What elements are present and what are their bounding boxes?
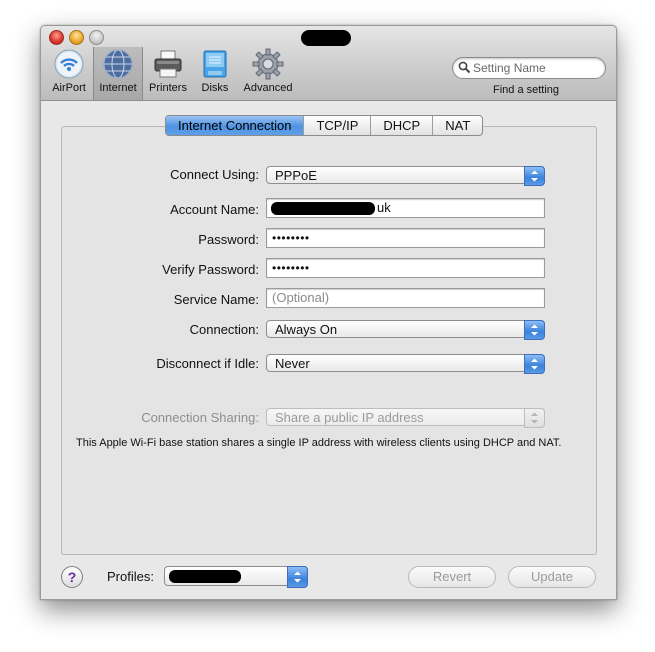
verify-password-label: Verify Password:	[162, 262, 259, 277]
disconnect-idle-value: Never	[275, 356, 310, 371]
toolbar-internet[interactable]: Internet	[93, 47, 143, 100]
verify-password-value: ••••••••	[272, 261, 310, 275]
toolbar-disks-label: Disks	[201, 82, 229, 94]
toolbar-advanced-label: Advanced	[243, 82, 293, 94]
popup-arrows-icon	[524, 320, 545, 340]
tab-dhcp[interactable]: DHCP	[371, 116, 434, 135]
popup-arrows-icon	[524, 354, 545, 374]
help-button[interactable]: ?	[61, 566, 83, 588]
minimize-window-button[interactable]	[69, 30, 84, 45]
service-name-label: Service Name:	[173, 292, 259, 307]
connect-using-value: PPPoE	[275, 168, 317, 183]
account-name-suffix: uk	[377, 200, 391, 215]
search-field[interactable]: Setting Name	[452, 57, 606, 79]
profiles-popup[interactable]	[164, 566, 308, 588]
connection-popup[interactable]: Always On	[266, 320, 545, 340]
profile-name-redacted	[169, 570, 241, 583]
gear-icon	[252, 48, 284, 80]
sharing-note: This Apple Wi-Fi base station shares a s…	[76, 437, 562, 449]
account-name-field[interactable]: uk	[266, 198, 545, 218]
update-button[interactable]: Update	[508, 566, 596, 588]
toolbar-advanced[interactable]: Advanced	[239, 48, 297, 98]
popup-arrows-icon	[287, 566, 308, 588]
connect-using-label: Connect Using:	[170, 167, 259, 182]
service-name-field[interactable]: (Optional)	[266, 288, 545, 308]
tab-internet-connection[interactable]: Internet Connection	[166, 116, 305, 135]
zoom-window-button[interactable]	[89, 30, 104, 45]
popup-arrows-icon	[524, 408, 545, 428]
search-placeholder: Setting Name	[473, 61, 546, 75]
globe-icon	[103, 49, 133, 79]
revert-button[interactable]: Revert	[408, 566, 496, 588]
settings-panel	[61, 126, 597, 555]
toolbar: AirPort Internet Printers Disks Advanced…	[41, 26, 616, 101]
airport-utility-window: AirPort Internet Printers Disks Advanced…	[40, 25, 617, 600]
connection-sharing-label: Connection Sharing:	[141, 410, 259, 425]
disconnect-idle-label: Disconnect if Idle:	[156, 356, 259, 371]
toolbar-printers-label: Printers	[149, 82, 187, 94]
toolbar-airport[interactable]: AirPort	[47, 48, 91, 98]
service-name-placeholder: (Optional)	[272, 290, 330, 305]
tab-nat[interactable]: NAT	[433, 116, 482, 135]
password-label: Password:	[198, 232, 259, 247]
toolbar-disks[interactable]: Disks	[195, 48, 235, 98]
disk-icon	[203, 50, 227, 78]
connection-value: Always On	[275, 322, 338, 337]
account-name-redacted	[271, 202, 375, 215]
airport-icon	[54, 49, 84, 79]
toolbar-internet-label: Internet	[99, 82, 137, 94]
tab-bar: Internet Connection TCP/IP DHCP NAT	[165, 115, 484, 136]
tab-tcpip[interactable]: TCP/IP	[304, 116, 372, 135]
connection-label: Connection:	[189, 322, 259, 337]
toolbar-printers[interactable]: Printers	[145, 48, 191, 98]
popup-arrows-icon	[524, 166, 545, 186]
search-icon	[458, 61, 471, 74]
disconnect-idle-popup[interactable]: Never	[266, 354, 545, 374]
find-setting-label: Find a setting	[493, 84, 560, 96]
connection-sharing-value: Share a public IP address	[275, 410, 424, 425]
verify-password-field[interactable]: ••••••••	[266, 258, 545, 278]
profiles-label: Profiles:	[107, 569, 154, 584]
window-title-redacted	[301, 30, 351, 46]
printer-icon	[154, 50, 182, 78]
password-field[interactable]: ••••••••	[266, 228, 545, 248]
connection-sharing-popup[interactable]: Share a public IP address	[266, 408, 545, 428]
close-window-button[interactable]	[49, 30, 64, 45]
connect-using-popup[interactable]: PPPoE	[266, 166, 545, 186]
password-value: ••••••••	[272, 231, 310, 245]
toolbar-airport-label: AirPort	[52, 82, 86, 94]
account-name-label: Account Name:	[170, 202, 259, 217]
